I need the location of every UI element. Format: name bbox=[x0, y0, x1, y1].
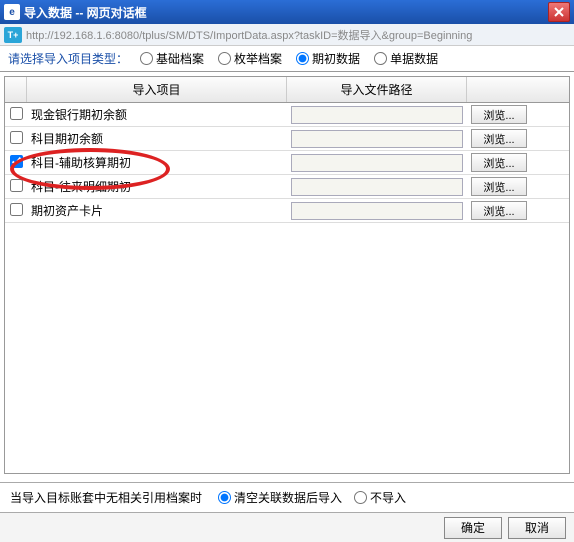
radio-initial-data-input[interactable] bbox=[296, 52, 309, 65]
close-button[interactable] bbox=[548, 2, 570, 22]
radio-document-data[interactable]: 单据数据 bbox=[374, 50, 438, 67]
table-row: 科目期初余额 浏览... bbox=[5, 127, 569, 151]
row-label: 期初资产卡片 bbox=[27, 200, 287, 221]
row-path-input[interactable] bbox=[291, 106, 463, 124]
radio-enum-archive[interactable]: 枚举档案 bbox=[218, 50, 282, 67]
radio-document-data-input[interactable] bbox=[374, 52, 387, 65]
header-browse-col bbox=[467, 77, 569, 102]
table-row: 现金银行期初余额 浏览... bbox=[5, 103, 569, 127]
header-path: 导入文件路径 bbox=[287, 77, 467, 102]
tplus-icon: T+ bbox=[4, 27, 22, 43]
table-row: 科目-往来明细期初 浏览... bbox=[5, 175, 569, 199]
type-selector-row: 请选择导入项目类型： 基础档案 枚举档案 期初数据 单据数据 bbox=[0, 46, 574, 72]
row-path-input[interactable] bbox=[291, 178, 463, 196]
ie-icon: e bbox=[4, 4, 20, 20]
header-checkbox-col bbox=[5, 77, 27, 102]
radio-clear-import-input[interactable] bbox=[218, 491, 231, 504]
radio-no-import-input[interactable] bbox=[354, 491, 367, 504]
row-label: 科目-往来明细期初 bbox=[27, 176, 287, 197]
type-selector-label: 请选择导入项目类型： bbox=[8, 50, 128, 67]
radio-initial-data[interactable]: 期初数据 bbox=[296, 50, 360, 67]
missing-ref-label: 当导入目标账套中无相关引用档案时 bbox=[10, 489, 202, 506]
cancel-button[interactable]: 取消 bbox=[508, 517, 566, 539]
browse-button[interactable]: 浏览... bbox=[471, 129, 527, 148]
row-path-input[interactable] bbox=[291, 202, 463, 220]
table-row: 期初资产卡片 浏览... bbox=[5, 199, 569, 223]
row-checkbox[interactable] bbox=[10, 179, 23, 192]
browse-button[interactable]: 浏览... bbox=[471, 201, 527, 220]
browse-button[interactable]: 浏览... bbox=[471, 177, 527, 196]
titlebar: e 导入数据 -- 网页对话框 bbox=[0, 0, 574, 24]
radio-basic-archive-input[interactable] bbox=[140, 52, 153, 65]
row-path-input[interactable] bbox=[291, 154, 463, 172]
row-label: 现金银行期初余额 bbox=[27, 104, 287, 125]
table-header: 导入项目 导入文件路径 bbox=[5, 77, 569, 103]
table-row: 科目-辅助核算期初 浏览... bbox=[5, 151, 569, 175]
row-label: 科目-辅助核算期初 bbox=[27, 152, 287, 173]
row-path-input[interactable] bbox=[291, 130, 463, 148]
radio-basic-archive[interactable]: 基础档案 bbox=[140, 50, 204, 67]
import-table: 导入项目 导入文件路径 现金银行期初余额 浏览... 科目期初余额 浏览... … bbox=[4, 76, 570, 474]
window-title: 导入数据 -- 网页对话框 bbox=[24, 4, 548, 21]
radio-enum-archive-input[interactable] bbox=[218, 52, 231, 65]
row-checkbox[interactable] bbox=[10, 155, 23, 168]
browse-button[interactable]: 浏览... bbox=[471, 153, 527, 172]
url-text: http://192.168.1.6:8080/tplus/SM/DTS/Imp… bbox=[26, 27, 472, 43]
ok-button[interactable]: 确定 bbox=[444, 517, 502, 539]
dialog-buttons: 确定 取消 bbox=[0, 512, 574, 542]
row-checkbox[interactable] bbox=[10, 107, 23, 120]
header-item: 导入项目 bbox=[27, 77, 287, 102]
row-checkbox[interactable] bbox=[10, 131, 23, 144]
row-checkbox[interactable] bbox=[10, 203, 23, 216]
missing-ref-row: 当导入目标账套中无相关引用档案时 清空关联数据后导入 不导入 bbox=[0, 482, 574, 512]
row-label: 科目期初余额 bbox=[27, 128, 287, 149]
browse-button[interactable]: 浏览... bbox=[471, 105, 527, 124]
table-empty-area bbox=[5, 223, 569, 473]
url-bar: T+ http://192.168.1.6:8080/tplus/SM/DTS/… bbox=[0, 24, 574, 46]
radio-no-import[interactable]: 不导入 bbox=[354, 489, 406, 506]
close-icon bbox=[554, 7, 564, 17]
radio-clear-import[interactable]: 清空关联数据后导入 bbox=[218, 489, 342, 506]
